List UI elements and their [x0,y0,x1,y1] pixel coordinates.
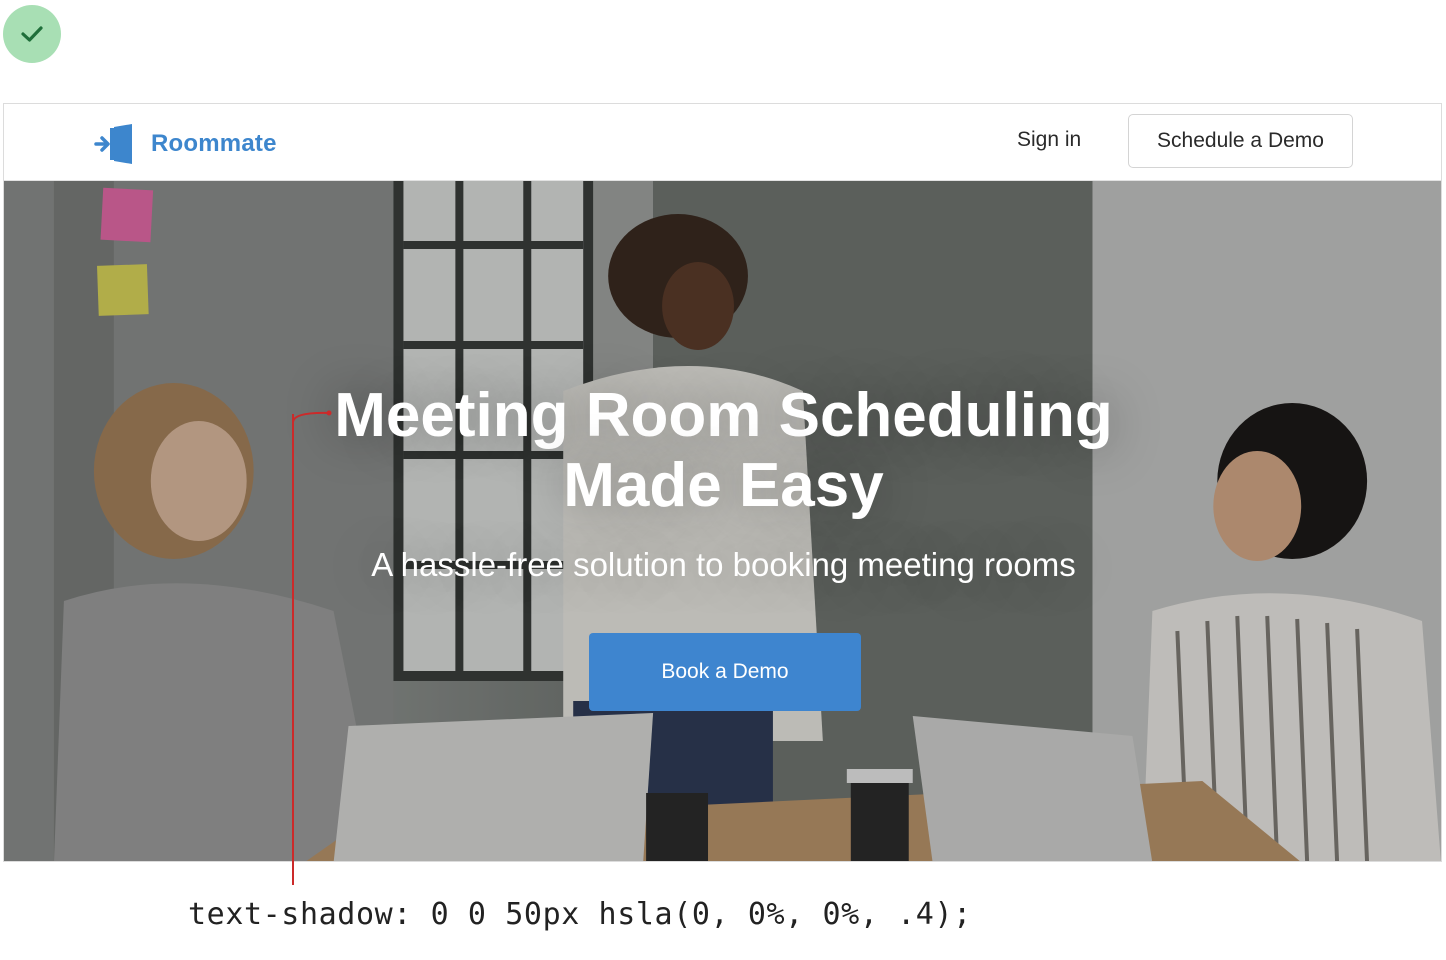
brand-name: Roommate [151,130,277,157]
hero-background-photo [4,181,1441,861]
browser-page-frame: Roommate Sign in Schedule a Demo Meeting… [3,103,1442,862]
top-navbar: Roommate Sign in Schedule a Demo [4,104,1441,181]
hero-subtitle: A hassle-free solution to booking meetin… [371,546,1076,583]
door-enter-icon [94,124,132,164]
hero-title-line2: Made Easy [563,451,884,520]
schedule-demo-button[interactable]: Schedule a Demo [1128,114,1353,168]
check-icon [21,26,43,42]
hero-title: Meeting Room Scheduling Made Easy [4,381,1441,521]
book-demo-button[interactable]: Book a Demo [589,633,861,711]
success-check-badge [3,5,61,63]
brand-logo[interactable]: Roommate [94,124,277,164]
callout-connector-arc [292,410,332,422]
css-code-caption: text-shadow: 0 0 50px hsla(0, 0%, 0%, .4… [188,897,972,932]
sign-in-link[interactable]: Sign in [1017,128,1081,152]
hero-title-line1: Meeting Room Scheduling [334,381,1113,450]
hero-section: Meeting Room Scheduling Made Easy A hass… [4,181,1441,861]
callout-line [292,414,294,885]
